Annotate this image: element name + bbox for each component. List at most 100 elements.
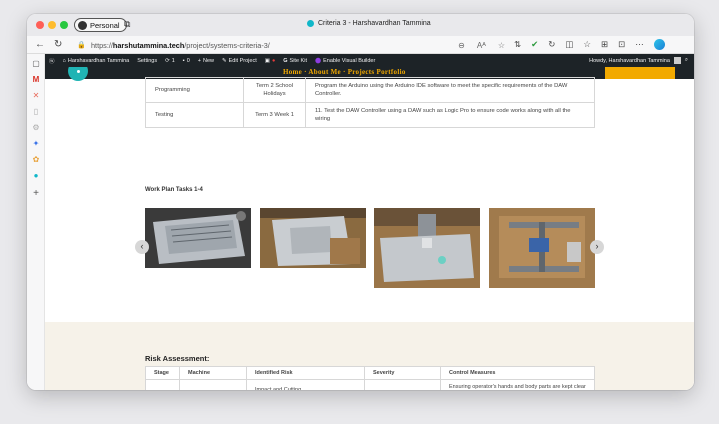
maximize-window-button[interactable]: [60, 21, 68, 29]
task-cell: Programming: [145, 77, 244, 103]
url-domain: harshutammina.tech: [112, 40, 185, 50]
browser-window: Personal ⧉ Criteria 3 - Harshavardhan Ta…: [27, 14, 694, 390]
sidebar-tabs-icon[interactable]: ▢: [31, 59, 41, 69]
browser-sidebar: ▢ M ✕ ▯ ⚙ ✦ ✿ ● +: [27, 54, 45, 390]
stage-cell: [145, 379, 180, 390]
wp-site-name-label: Harshavardhan Tammina: [67, 57, 130, 64]
active-tab[interactable]: Criteria 3 - Harshavardhan Tammina: [307, 20, 431, 27]
table-header-row: Stage Machine Identified Risk Severity C…: [145, 366, 595, 380]
task-cell: Testing: [145, 102, 244, 128]
updates-count: 1: [171, 57, 175, 64]
divi-icon: ⬤: [314, 57, 322, 64]
timing-cell: Term 3 Week 1: [243, 102, 306, 128]
site-app-icon[interactable]: ●: [31, 171, 41, 181]
minimize-window-button[interactable]: [48, 21, 56, 29]
wp-performance-icon[interactable]: ▣ ●: [261, 58, 280, 64]
wp-visual-builder-label: Enable Visual Builder: [323, 57, 376, 64]
more-menu-icon[interactable]: ⋯: [635, 39, 644, 50]
description-cell: Program the Arduino using the Arduino ID…: [305, 77, 595, 103]
add-sidebar-app-icon[interactable]: +: [31, 189, 41, 199]
favorite-star-icon[interactable]: ☆: [498, 41, 505, 50]
header-machine: Machine: [179, 366, 247, 380]
machine-cell: [179, 379, 247, 390]
lock-icon: 🔒: [77, 42, 86, 49]
screenshot-icon[interactable]: ⊡: [618, 39, 625, 50]
tab-actions-icon[interactable]: ⧉: [124, 19, 130, 30]
page-content: ⓦ ⌂ Harshavardhan Tammina Settings ⟳ 1 ▪ 0 …: [45, 54, 694, 390]
wp-visual-builder[interactable]: ⬤ Enable Visual Builder: [311, 58, 379, 64]
comments-count: 0: [186, 57, 190, 64]
wp-logo-icon[interactable]: ⓦ: [45, 57, 59, 65]
risk-table: Stage Machine Identified Risk Severity C…: [145, 366, 595, 390]
profile-button[interactable]: Personal: [74, 18, 127, 32]
address-bar[interactable]: 🔒 https://harshutammina.tech/project/sys…: [77, 39, 505, 51]
gallery-image-1[interactable]: [145, 208, 251, 268]
checkmark-extension-icon[interactable]: ✔: [531, 39, 538, 50]
control-cell: Ensuring operator's hands and body parts…: [440, 379, 595, 390]
site-favicon-icon: [307, 20, 314, 27]
gmail-icon[interactable]: M: [31, 75, 41, 85]
refresh-extension-icon[interactable]: ↻: [548, 39, 555, 50]
title-bar: Personal ⧉ Criteria 3 - Harshavardhan Ta…: [27, 14, 694, 36]
wp-site-name[interactable]: ⌂ Harshavardhan Tammina: [59, 58, 134, 64]
plus-icon: +: [197, 57, 201, 64]
gallery-prev-arrow-icon[interactable]: ‹: [135, 240, 149, 254]
wp-search-icon[interactable]: ⌕: [685, 57, 688, 64]
copilot-sidebar-icon[interactable]: ✦: [31, 139, 41, 149]
work-plan-table: Programming Term 2 School Holidays Progr…: [145, 77, 595, 128]
wp-howdy[interactable]: Howdy, Harshavardhan Tammina: [589, 58, 670, 64]
description-cell: 11. Test the DAW Controller using a DAW …: [305, 102, 595, 128]
user-avatar[interactable]: [673, 57, 681, 64]
favorites-icon[interactable]: ☆: [583, 39, 591, 50]
wp-edit-project-label: Edit Project: [228, 57, 257, 64]
wp-admin-bar: ⓦ ⌂ Harshavardhan Tammina Settings ⟳ 1 ▪ 0 …: [45, 54, 694, 67]
tab-title: Criteria 3 - Harshavardhan Tammina: [318, 20, 431, 27]
header-stage: Stage: [145, 366, 180, 380]
comments-icon: ▪: [182, 57, 185, 64]
split-screen-icon[interactable]: ◫: [565, 39, 573, 50]
risk-cell: Impact and Cutting: [246, 379, 365, 390]
table-row: Impact and Cutting Ensuring operator's h…: [145, 379, 595, 390]
tools-icon[interactable]: ✕: [31, 91, 41, 101]
image-gallery: [145, 208, 597, 290]
wp-settings[interactable]: Settings: [133, 58, 161, 64]
table-row: Testing Term 3 Week 1 11. Test the DAW C…: [145, 102, 595, 128]
wp-edit-project[interactable]: ✎ Edit Project: [218, 58, 261, 64]
settings-icon[interactable]: ⚙: [31, 123, 41, 133]
header-severity: Severity: [364, 366, 441, 380]
header-risk: Identified Risk: [246, 366, 365, 380]
back-icon[interactable]: ←: [35, 39, 45, 50]
collections-icon[interactable]: ⊞: [601, 39, 608, 50]
extensions-icon[interactable]: ⇅: [514, 39, 521, 50]
read-aloud-icon[interactable]: Aᴬ: [477, 41, 486, 50]
gallery-image-2[interactable]: [260, 208, 366, 268]
home-icon: ⌂: [62, 57, 66, 64]
gallery-title: Work Plan Tasks 1-4: [145, 187, 203, 193]
document-icon[interactable]: ▯: [31, 107, 41, 117]
main-menu[interactable]: Home · About Me · Projects Portfolio: [283, 68, 406, 76]
updates-icon: ⟳: [165, 57, 170, 64]
refresh-icon[interactable]: ↻: [54, 39, 62, 50]
copilot-icon[interactable]: [653, 39, 665, 50]
browser-toolbar: ← ↻ 🔒 https://harshutammina.tech/project…: [27, 36, 694, 54]
profile-label: Personal: [90, 20, 120, 30]
table-row: Programming Term 2 School Holidays Progr…: [145, 77, 595, 103]
wp-comments[interactable]: ▪ 0: [179, 58, 194, 64]
zoom-icon[interactable]: ⊖: [458, 41, 465, 50]
gallery-image-3[interactable]: [374, 208, 480, 288]
wp-site-kit[interactable]: G Site Kit: [279, 58, 311, 64]
gallery-image-4[interactable]: [489, 208, 595, 288]
close-window-button[interactable]: [36, 21, 44, 29]
wp-site-kit-label: Site Kit: [289, 57, 307, 64]
risk-title: Risk Assessment:: [145, 354, 210, 363]
wp-new[interactable]: + New: [194, 58, 218, 64]
wp-updates[interactable]: ⟳ 1: [161, 58, 179, 64]
header-cta-button[interactable]: [605, 67, 675, 79]
games-icon[interactable]: ✿: [31, 155, 41, 165]
gallery-next-arrow-icon[interactable]: ›: [590, 240, 604, 254]
pencil-icon: ✎: [222, 57, 227, 64]
url-prefix: https://: [91, 40, 113, 50]
header-control: Control Measures: [440, 366, 595, 380]
url-path: /project/systems-criteria-3/: [184, 40, 270, 50]
timing-cell: Term 2 School Holidays: [243, 77, 306, 103]
